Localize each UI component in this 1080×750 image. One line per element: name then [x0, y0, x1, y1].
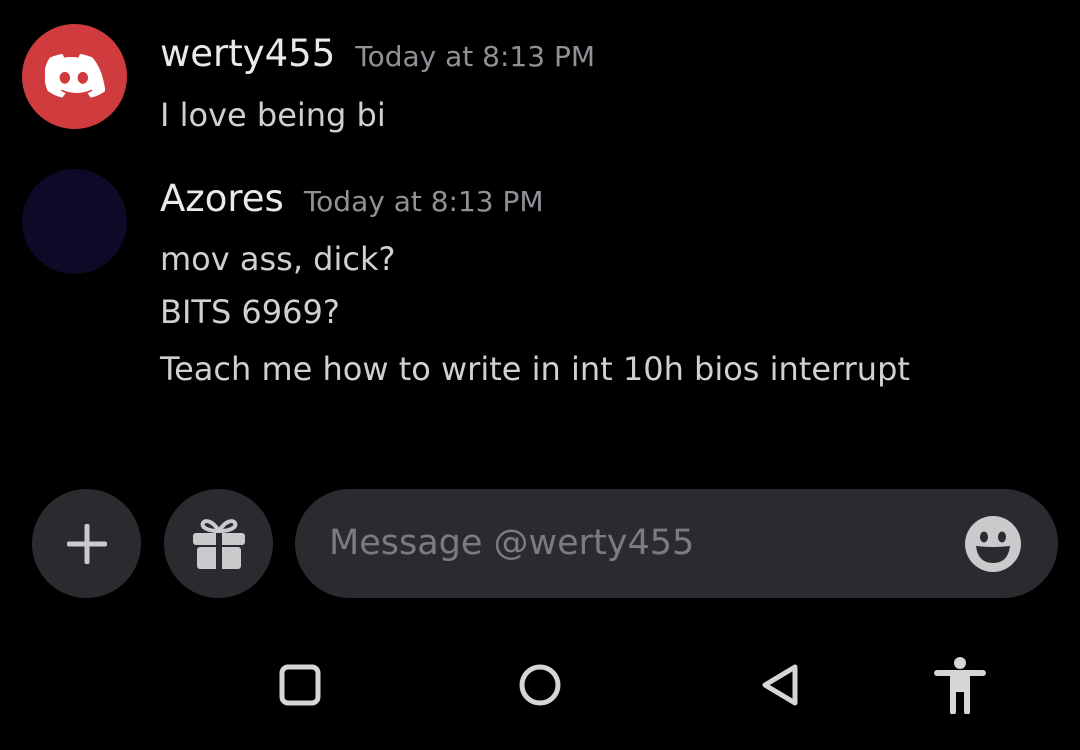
recent-apps-button[interactable] [270, 655, 330, 715]
username[interactable]: werty455 [160, 32, 335, 75]
message-header: werty455 Today at 8:13 PM [160, 32, 595, 75]
accessibility-button[interactable] [930, 655, 990, 715]
gift-button[interactable] [164, 489, 273, 598]
add-attachment-button[interactable] [32, 489, 141, 598]
back-icon [762, 664, 798, 706]
message-text: BITS 6969? [160, 293, 340, 331]
avatar[interactable] [22, 169, 127, 274]
back-button[interactable] [750, 655, 810, 715]
accessibility-icon [934, 657, 986, 714]
timestamp: Today at 8:13 PM [303, 185, 544, 218]
home-icon [519, 664, 561, 706]
message-text: Teach me how to write in int 10h bios in… [160, 350, 910, 388]
message-text: mov ass, dick? [160, 240, 396, 278]
plus-icon [66, 523, 107, 564]
discord-logo-icon [44, 53, 105, 98]
message-header: Azores Today at 8:13 PM [160, 177, 544, 220]
message-text: I love being bi [160, 96, 386, 134]
message-input[interactable]: Message @werty455 [295, 489, 1058, 598]
gift-icon [192, 518, 245, 569]
message-input-placeholder: Message @werty455 [329, 523, 695, 563]
emoji-icon[interactable] [964, 515, 1022, 573]
username[interactable]: Azores [160, 177, 284, 220]
avatar[interactable] [22, 24, 127, 129]
home-button[interactable] [510, 655, 570, 715]
timestamp: Today at 8:13 PM [355, 40, 596, 73]
recent-apps-icon [279, 664, 321, 706]
